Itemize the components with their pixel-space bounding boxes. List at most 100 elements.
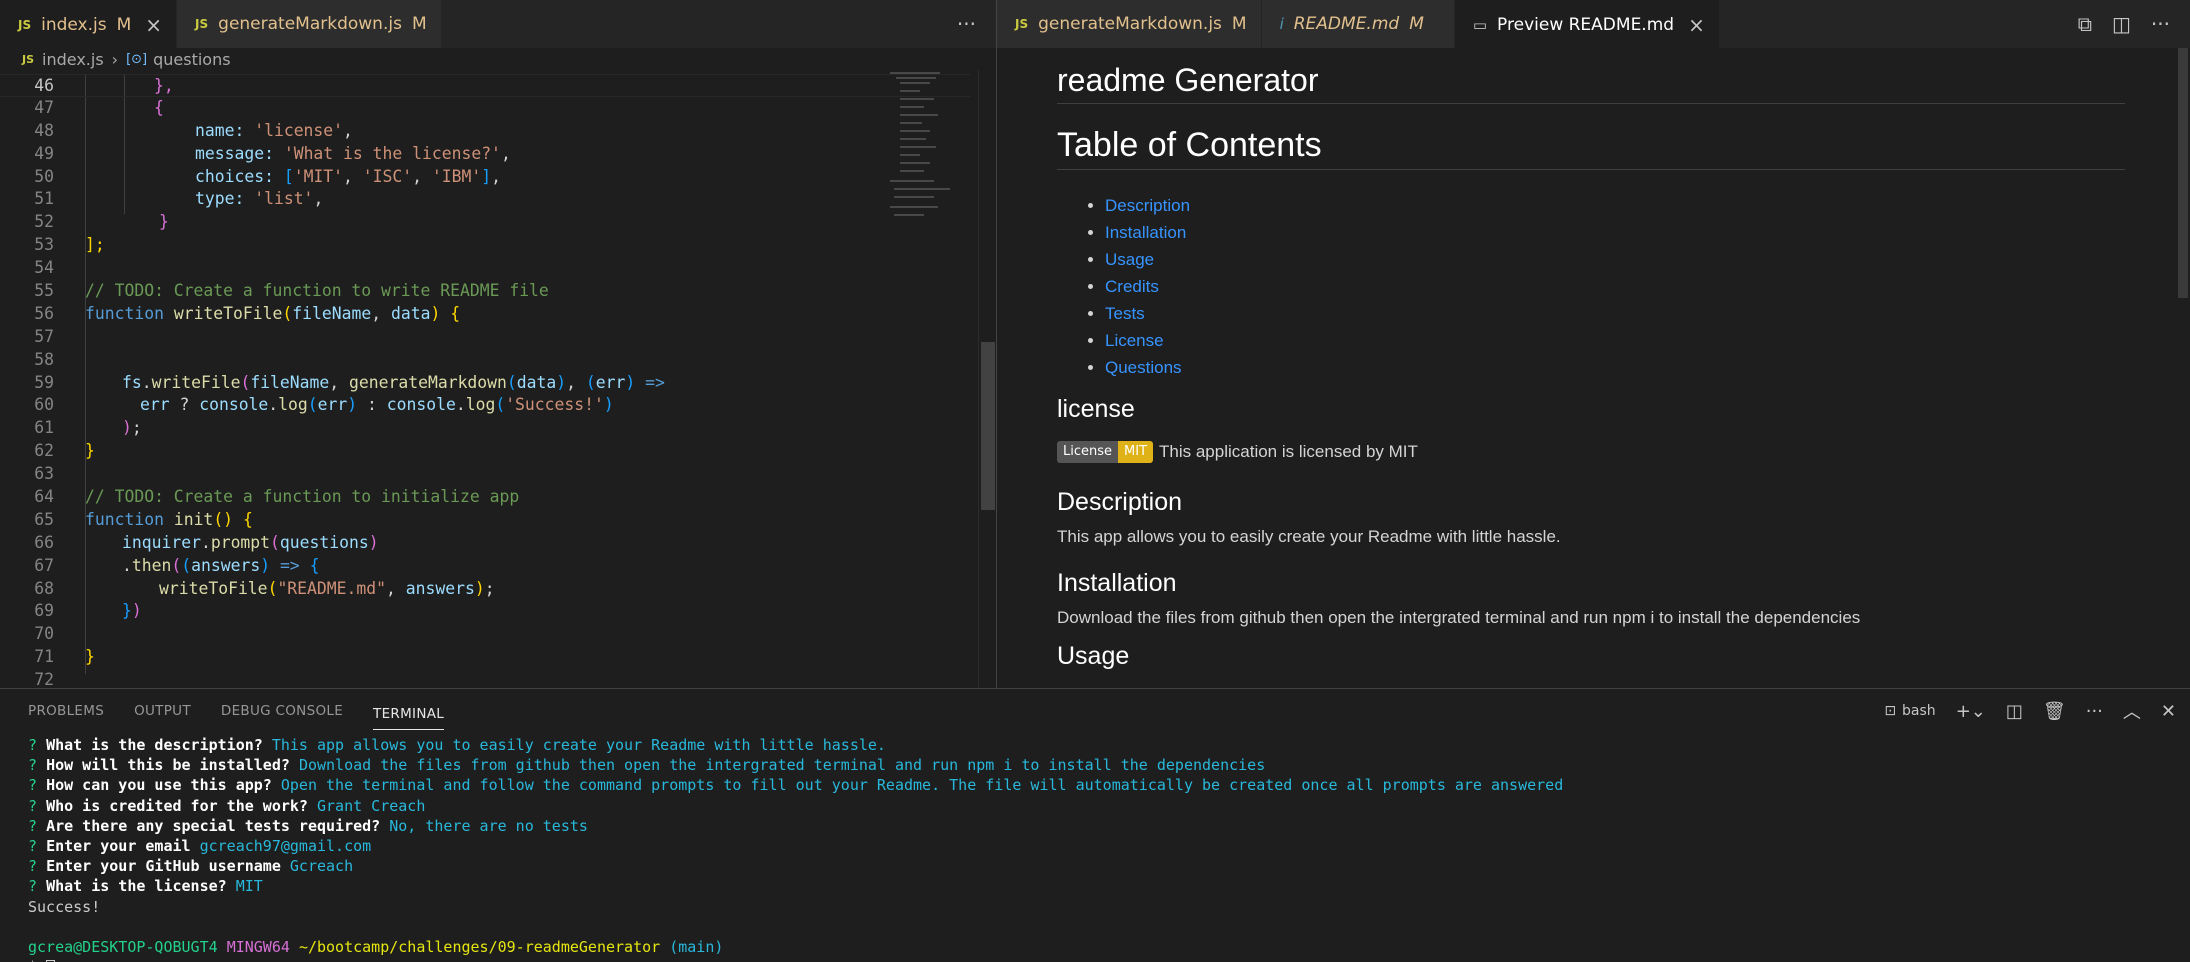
code-line: 46}, [0, 74, 970, 97]
panel-actions: ⊡ bash +⌄ ◫ 🗑 ··· ︿ ✕ [1884, 689, 2176, 733]
terminal-output[interactable]: ? What is the description? This app allo… [28, 735, 2190, 962]
modified-indicator: M [116, 14, 132, 35]
left-tab-bar: JS index.js M × JS generateMarkdown.js M… [0, 0, 996, 48]
terminal-icon: ⊡ [1884, 703, 1897, 719]
terminal-line: ? How can you use this app? Open the ter… [28, 776, 1564, 795]
terminal-selector[interactable]: ⊡ bash [1884, 703, 1935, 719]
code-line: 56 function writeToFile(fileName, data) { [34, 303, 461, 323]
chevron-up-icon[interactable]: ︿ [2123, 698, 2141, 724]
new-terminal-icon[interactable]: +⌄ [1956, 701, 1986, 722]
shell-name: bash [1902, 703, 1936, 719]
minimap[interactable] [886, 70, 976, 230]
license-heading: license [1057, 395, 1135, 423]
terminal-line: ? How will this be installed? Download t… [28, 756, 1266, 775]
toc-link-tests[interactable]: Tests [1105, 300, 2125, 327]
code-line: 55// TODO: Create a function to write RE… [34, 281, 549, 301]
tab-label: generateMarkdown.js [218, 14, 402, 34]
code-line: 67 .then((answers) => { [34, 555, 320, 575]
code-line: 60 err ? console.log(err) : console.log('… [34, 395, 614, 415]
tab-problems[interactable]: PROBLEMS [28, 689, 104, 733]
toc-link-usage[interactable]: Usage [1105, 246, 2125, 273]
more-actions-icon[interactable]: ··· [2086, 701, 2103, 722]
tab-label: index.js [41, 14, 107, 35]
terminal-line: ? What is the license? MIT [28, 877, 263, 896]
toc-link-installation[interactable]: Installation [1105, 219, 2125, 246]
tab-generate-markdown-js[interactable]: JS generateMarkdown.js M [177, 0, 442, 48]
tab-terminal[interactable]: TERMINAL [373, 692, 445, 730]
split-terminal-icon[interactable]: ◫ [2006, 701, 2023, 722]
close-icon[interactable]: × [1688, 13, 1705, 37]
toc-link-credits[interactable]: Credits [1105, 273, 2125, 300]
breadcrumb-file[interactable]: index.js [42, 50, 104, 69]
terminal-blank [28, 917, 2190, 937]
tab-index-js[interactable]: JS index.js M × [0, 0, 178, 48]
readme-title: readme Generator [1057, 48, 2125, 104]
code-line: 65 function init() { [34, 509, 253, 529]
scrollbar-thumb[interactable] [2178, 48, 2188, 298]
tab-debug-console[interactable]: DEBUG CONSOLE [221, 689, 343, 733]
modified-indicator: M [411, 14, 427, 34]
terminal-line: ? Enter your GitHub username Gcreach [28, 857, 354, 876]
close-icon[interactable]: × [145, 13, 162, 37]
installation-text: Download the files from github then open… [1057, 608, 1861, 627]
scrollbar-thumb[interactable] [981, 342, 995, 510]
code-line: 59 fs.writeFile(fileName, generateMarkdow… [34, 372, 665, 392]
toc-heading: Table of Contents [1057, 104, 2125, 170]
terminal-success: Success! [28, 897, 101, 916]
code-line: 57 [34, 326, 54, 346]
breadcrumb-symbol[interactable]: questions [153, 50, 230, 69]
terminal-line: ? Are there any special tests required? … [28, 816, 588, 835]
editor-scrollbar[interactable] [978, 70, 995, 688]
tab-preview-readme[interactable]: ▭ Preview README.md × [1454, 0, 1720, 48]
modified-indicator: M [1231, 14, 1247, 34]
license-blockquote: License MIT This application is licensed … [1057, 438, 2125, 466]
license-text: This application is licensed by MIT [1159, 442, 1418, 461]
code-editor[interactable]: 46}, 47{ 48 name: 'license', 49 message: '… [0, 74, 970, 688]
toc-link-license[interactable]: License [1105, 327, 2125, 354]
code-line: 49 message: 'What is the license?', [34, 143, 511, 163]
tab-readme-md[interactable]: i README.md M [1261, 0, 1455, 48]
code-line: 62} [34, 441, 95, 461]
tab-label: Preview README.md [1497, 14, 1675, 35]
code-line: 53]; [34, 235, 105, 255]
javascript-file-icon: JS [22, 52, 35, 66]
code-line: 51 type: 'list', [34, 189, 324, 209]
javascript-file-icon: JS [18, 17, 32, 32]
code-line: 64// TODO: Create a function to initiali… [34, 487, 520, 507]
close-icon[interactable]: ✕ [2161, 701, 2176, 722]
description-heading: Description [1057, 488, 1183, 516]
code-line: 54 [34, 258, 54, 278]
bottom-panel: PROBLEMS OUTPUT DEBUG CONSOLE TERMINAL ⊡… [0, 688, 2190, 962]
code-line: 69}) [34, 601, 142, 621]
code-line: 47{ [34, 97, 164, 117]
more-actions-icon[interactable]: ··· [957, 12, 976, 36]
code-line: 63 [34, 464, 54, 484]
right-editor-group: JS generateMarkdown.js M i README.md M ▭… [996, 0, 2190, 688]
preview-scrollbar[interactable] [2176, 48, 2190, 298]
terminal-line: ? What is the description? This app allo… [28, 736, 886, 754]
terminal-input-line[interactable]: $ [28, 957, 2190, 962]
toc-link-description[interactable]: Description [1105, 192, 2125, 219]
more-actions-icon[interactable]: ··· [2151, 12, 2170, 36]
terminal-prompt: gcrea@DESKTOP-QOBUGT4 MINGW64 ~/bootcamp… [28, 937, 724, 956]
license-badge[interactable]: License MIT [1057, 441, 1154, 463]
toc-list: Description Installation Usage Credits T… [1105, 192, 2125, 381]
open-source-icon[interactable]: ⧉ [2078, 12, 2092, 36]
variable-icon: [⊙] [126, 51, 148, 67]
right-tab-bar: JS generateMarkdown.js M i README.md M ▭… [997, 0, 2190, 48]
split-editor-icon[interactable]: ◫ [2112, 12, 2131, 36]
code-line: 50 choices: ['MIT', 'ISC', 'IBM'], [34, 166, 501, 186]
javascript-file-icon: JS [1015, 17, 1029, 31]
tab-label: README.md [1293, 14, 1400, 34]
panel-tab-bar: PROBLEMS OUTPUT DEBUG CONSOLE TERMINAL [0, 689, 445, 733]
info-icon: i [1279, 15, 1284, 33]
code-line: 48 name: 'license', [34, 120, 353, 140]
code-line: 66 inquirer.prompt(questions) [34, 532, 379, 552]
javascript-file-icon: JS [195, 17, 209, 31]
tab-output[interactable]: OUTPUT [134, 689, 191, 733]
trash-icon[interactable]: 🗑 [2043, 701, 2066, 722]
toc-link-questions[interactable]: Questions [1105, 354, 2125, 381]
tab-generate-markdown-js[interactable]: JS generateMarkdown.js M [997, 0, 1262, 48]
installation-heading: Installation [1057, 569, 1177, 597]
code-line: 70 [34, 624, 54, 644]
